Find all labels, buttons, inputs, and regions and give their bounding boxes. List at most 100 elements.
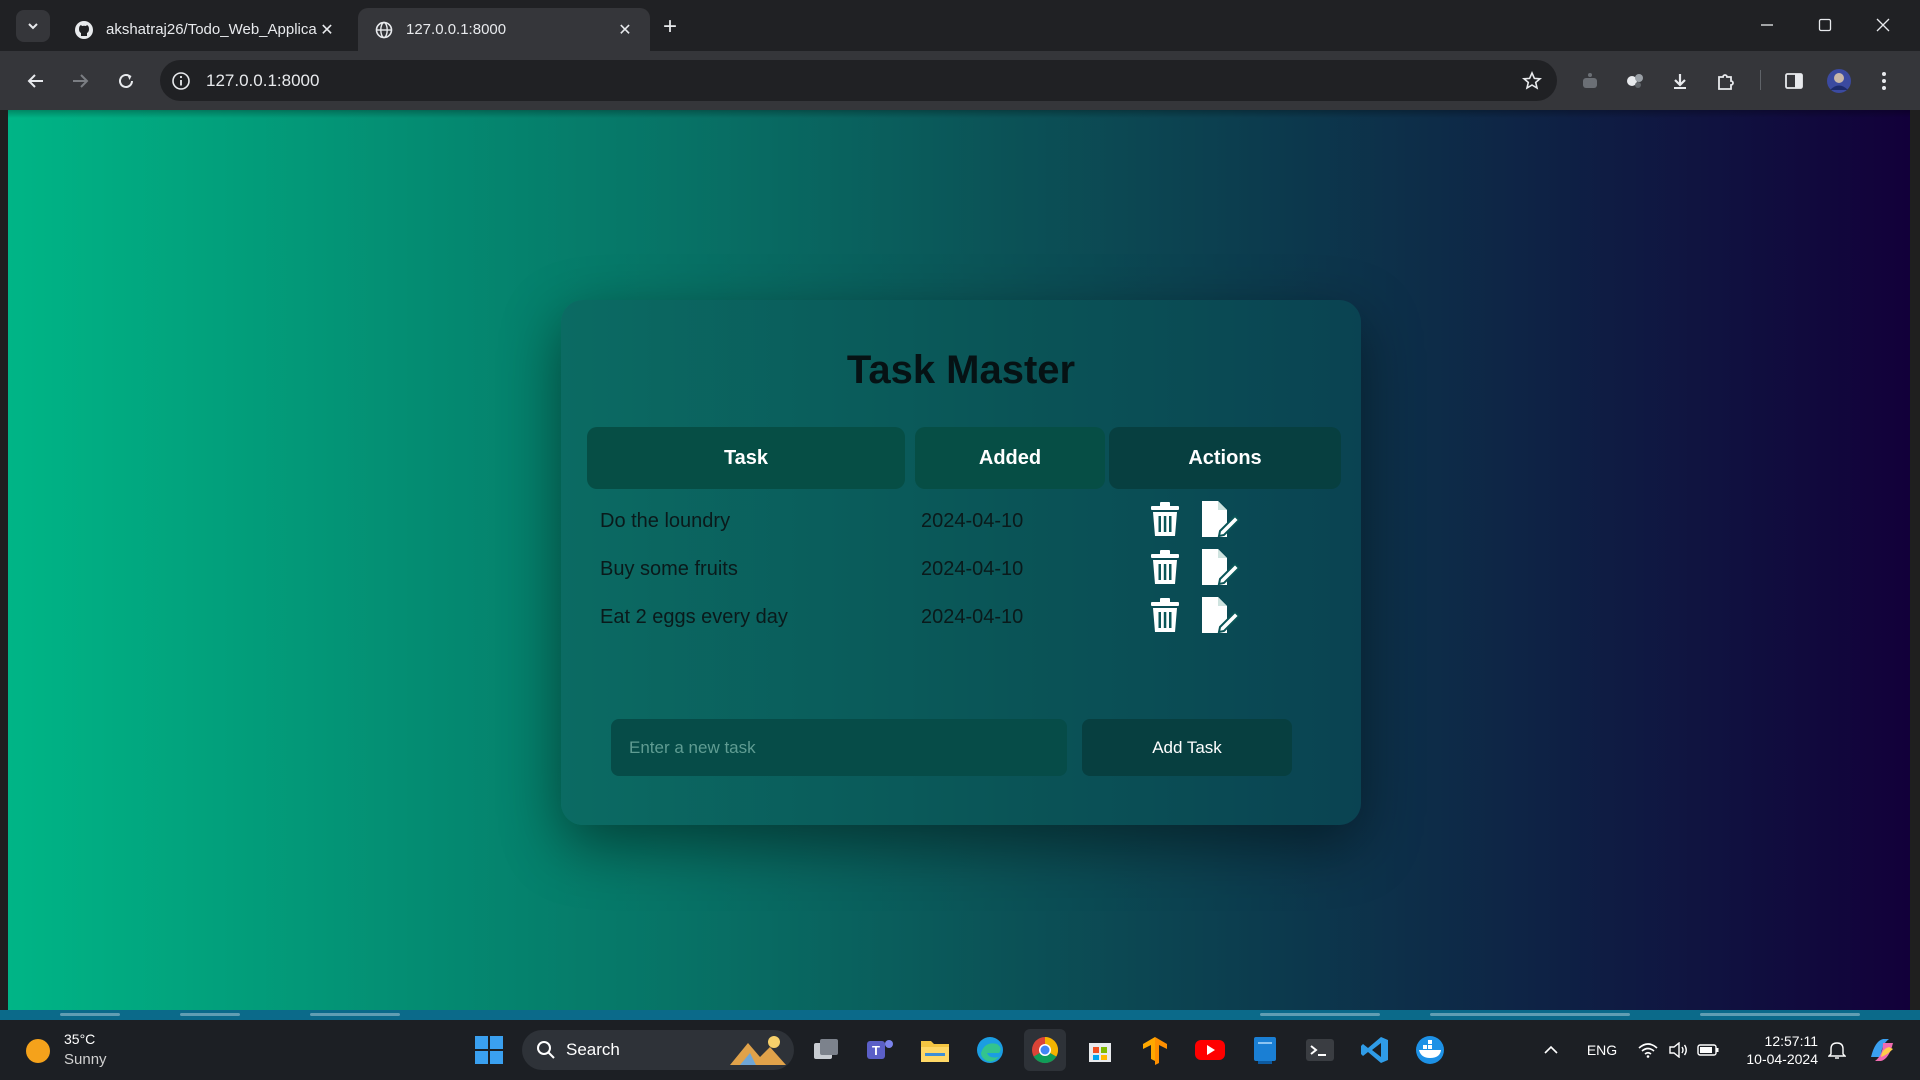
reload-button[interactable] <box>110 65 142 97</box>
docker-icon <box>1416 1036 1444 1064</box>
task-added-date: 2024-04-10 <box>921 558 1024 580</box>
folder-icon <box>921 1041 949 1062</box>
chevron-down-icon <box>28 23 38 30</box>
chrome-menu-icon[interactable] <box>1868 65 1900 97</box>
close-icon[interactable]: ✕ <box>616 21 634 39</box>
edit-file-icon[interactable] <box>1200 549 1240 585</box>
url-text: 127.0.0.1:8000 <box>206 71 320 90</box>
column-header-actions: Actions <box>1109 427 1341 489</box>
address-bar[interactable]: 127.0.0.1:8000 <box>160 60 1557 101</box>
trash-icon[interactable] <box>1150 550 1180 584</box>
arrow-right-icon <box>73 74 89 88</box>
task-added-date: 2024-04-10 <box>921 606 1024 628</box>
task-view-button[interactable] <box>805 1029 847 1071</box>
extension-robot-icon[interactable] <box>1574 65 1606 97</box>
search-highlight-icon <box>730 1036 786 1065</box>
minimize-button[interactable] <box>1738 0 1796 50</box>
site-info-icon[interactable] <box>168 68 194 94</box>
task-content: Do the loundry <box>600 510 731 532</box>
clock[interactable]: 12:57:11 10-04-2024 <box>1732 1032 1818 1068</box>
show-hidden-icons-button[interactable] <box>1536 1020 1566 1080</box>
browser-tab-strip: akshatraj26/Todo_Web_Applica ✕ 127.0.0.1… <box>0 0 1920 51</box>
notification-bell-icon[interactable] <box>1824 1020 1850 1080</box>
youtube-app[interactable] <box>1189 1029 1231 1071</box>
trash-icon[interactable] <box>1150 502 1180 536</box>
weather-temp: 35°C <box>64 1031 96 1047</box>
edit-file-icon[interactable] <box>1200 501 1240 537</box>
copilot-icon[interactable] <box>1864 1020 1900 1080</box>
weather-widget[interactable]: 35°C Sunny <box>26 1030 136 1072</box>
start-button[interactable] <box>468 1029 510 1071</box>
tab-title: akshatraj26/Todo_Web_Applica <box>106 21 317 38</box>
tab-localhost[interactable]: 127.0.0.1:8000 ✕ <box>358 8 650 51</box>
close-icon[interactable]: ✕ <box>318 21 336 39</box>
edge-icon <box>977 1037 1003 1063</box>
vscode-app[interactable] <box>1354 1029 1396 1071</box>
background-window-statusbar <box>0 1010 1920 1020</box>
task-view-icon <box>814 1039 838 1059</box>
windows-taskbar: 35°C Sunny Search T ENG 12:57:11 10-04-2… <box>0 1020 1920 1080</box>
notes-icon <box>1254 1037 1276 1064</box>
trash-icon[interactable] <box>1150 598 1180 632</box>
teams-app[interactable]: T <box>859 1029 901 1071</box>
terminal-app[interactable] <box>1299 1029 1341 1071</box>
youtube-icon <box>1195 1040 1225 1060</box>
new-task-input[interactable] <box>611 719 1067 776</box>
column-header-task: Task <box>587 427 905 489</box>
bookmark-star-icon[interactable] <box>1519 68 1545 94</box>
store-app[interactable] <box>1079 1029 1121 1071</box>
edge-app[interactable] <box>969 1029 1011 1071</box>
globe-icon <box>374 20 394 40</box>
profile-avatar[interactable] <box>1823 65 1855 97</box>
reload-icon <box>119 73 133 88</box>
new-tab-button[interactable]: + <box>656 13 684 41</box>
task-added-date: 2024-04-10 <box>921 510 1024 532</box>
taskbar-search[interactable]: Search <box>522 1030 794 1070</box>
clock-time: 12:57:11 <box>1764 1033 1818 1049</box>
back-button[interactable] <box>20 65 52 97</box>
forward-button[interactable] <box>64 65 96 97</box>
browser-toolbar: 127.0.0.1:8000 <box>0 51 1920 110</box>
edit-file-icon[interactable] <box>1200 597 1240 633</box>
close-icon <box>1876 18 1890 32</box>
chevron-up-icon <box>1544 1045 1558 1054</box>
maximize-button[interactable] <box>1796 0 1854 50</box>
wifi-icon[interactable] <box>1634 1020 1662 1080</box>
windows-logo-icon <box>475 1036 503 1064</box>
window-close-button[interactable] <box>1854 0 1912 50</box>
store-icon <box>1089 1043 1111 1062</box>
extension-sphere-icon[interactable] <box>1619 65 1651 97</box>
task-content: Buy some fruits <box>600 558 738 580</box>
file-explorer-app[interactable] <box>914 1029 956 1071</box>
sun-icon <box>26 1039 50 1063</box>
chrome-app[interactable] <box>1024 1029 1066 1071</box>
github-icon <box>74 20 94 40</box>
toolbar-divider <box>1760 70 1761 90</box>
table-row: Buy some fruits 2024-04-10 <box>561 546 1361 594</box>
chrome-icon <box>1032 1036 1059 1064</box>
column-header-added: Added <box>915 427 1105 489</box>
extensions-puzzle-icon[interactable] <box>1710 65 1742 97</box>
table-row: Eat 2 eggs every day 2024-04-10 <box>561 594 1361 642</box>
clock-date: 10-04-2024 <box>1746 1051 1818 1067</box>
tensorflow-app[interactable] <box>1134 1029 1176 1071</box>
terminal-icon <box>1306 1039 1334 1061</box>
volume-icon[interactable] <box>1664 1020 1692 1080</box>
battery-icon[interactable] <box>1694 1020 1722 1080</box>
maximize-icon <box>1818 18 1832 32</box>
tab-search-button[interactable] <box>16 10 50 42</box>
svg-text:T: T <box>872 1043 880 1058</box>
add-task-button[interactable]: Add Task <box>1082 719 1292 776</box>
minimize-icon <box>1761 24 1773 26</box>
docker-app[interactable] <box>1409 1029 1451 1071</box>
arrow-left-icon <box>27 74 43 88</box>
task-card: Task Master Task Added Actions Do the lo… <box>561 300 1361 825</box>
notes-app[interactable] <box>1244 1029 1286 1071</box>
table-row: Do the loundry 2024-04-10 <box>561 498 1361 546</box>
download-icon[interactable] <box>1664 65 1696 97</box>
web-page: Task Master Task Added Actions Do the lo… <box>8 110 1910 1013</box>
tab-github[interactable]: akshatraj26/Todo_Web_Applica ✕ <box>58 8 352 51</box>
side-panel-icon[interactable] <box>1778 65 1810 97</box>
tab-title: 127.0.0.1:8000 <box>406 21 507 38</box>
language-indicator[interactable]: ENG <box>1578 1020 1626 1080</box>
